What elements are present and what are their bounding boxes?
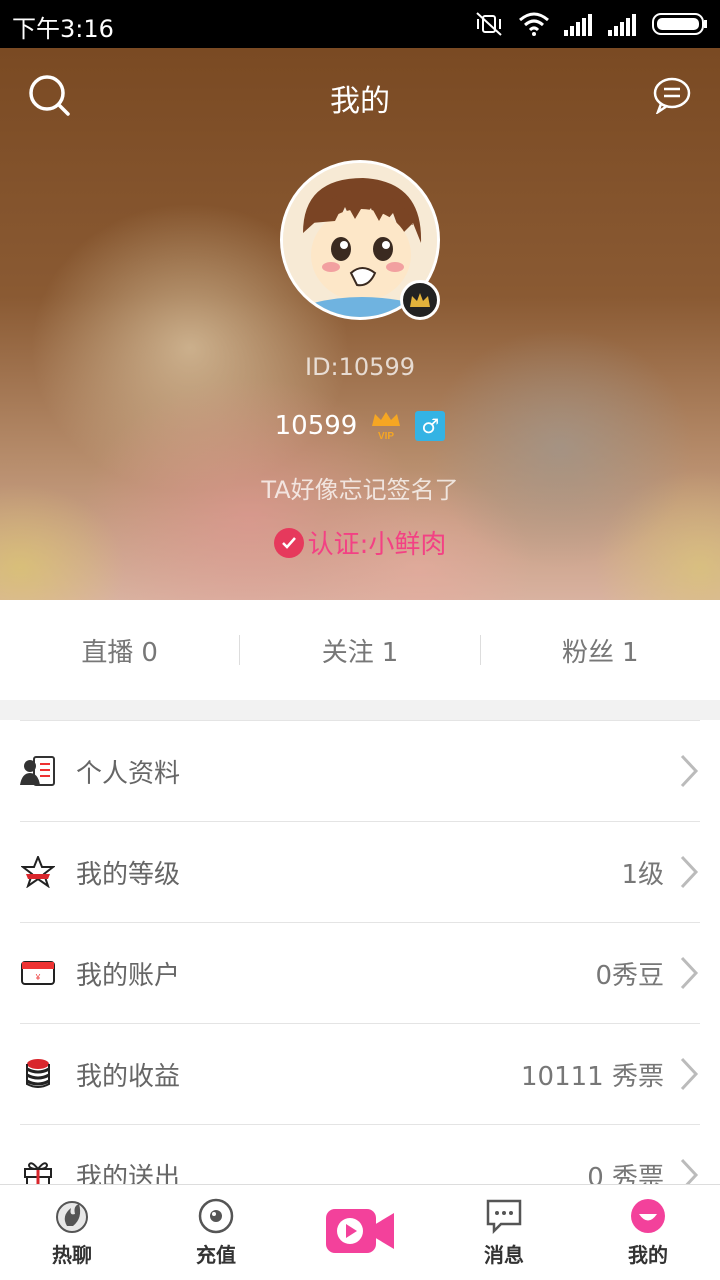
tab-messages[interactable]: 消息 xyxy=(432,1185,576,1280)
username: 10599 xyxy=(274,411,358,441)
stat-label: 粉丝 xyxy=(562,637,615,668)
profile-card-icon xyxy=(20,753,56,789)
menu-value: 10111 秀票 xyxy=(521,1061,664,1092)
verification: 认证:小鲜肉 xyxy=(0,524,720,561)
svg-text:¥: ¥ xyxy=(35,973,41,982)
stat-value: 1 xyxy=(622,637,639,668)
menu-item-sent[interactable]: 我的送出 0 秀票 xyxy=(20,1124,700,1184)
profile-header: 我的 ID:10599 10599 VIP ♂ TA好像忘记签名了 认证:小鲜肉 xyxy=(0,48,720,600)
menu-list: 个人资料 我的等级 1级 ¥ 我的账户 0秀豆 我的收益 10111 秀票 我的… xyxy=(0,720,720,1184)
menu-value: 1级 xyxy=(621,859,664,890)
eye-icon xyxy=(197,1197,235,1235)
stat-value: 0 xyxy=(141,637,158,668)
signal-icon-2 xyxy=(608,14,636,36)
menu-label: 我的送出 xyxy=(76,1162,181,1185)
battery-icon xyxy=(652,13,707,35)
chevron-right-icon xyxy=(680,1057,699,1091)
chevron-right-icon xyxy=(680,855,699,889)
message-bubble-icon[interactable] xyxy=(652,76,692,114)
menu-value: 0秀豆 xyxy=(595,960,664,991)
menu-value: 0 秀票 xyxy=(587,1162,664,1185)
check-circle-icon xyxy=(273,527,304,558)
menu-label: 个人资料 xyxy=(76,758,181,789)
status-icons xyxy=(474,10,708,38)
gender-male-icon: ♂ xyxy=(415,411,446,441)
menu-label: 我的账户 xyxy=(76,960,181,991)
menu-item-profile[interactable]: 个人资料 xyxy=(20,720,700,821)
stat-label: 直播 xyxy=(81,637,134,668)
status-time: 下午3:16 xyxy=(12,15,114,43)
verification-text: 认证:小鲜肉 xyxy=(307,530,447,560)
stats-bar: 直播 0 关注 1 粉丝 1 xyxy=(0,600,720,700)
tab-hot-chat[interactable]: 热聊 xyxy=(0,1185,144,1280)
chevron-right-icon xyxy=(680,956,699,990)
user-id: ID:10599 xyxy=(305,353,415,381)
menu-label: 我的收益 xyxy=(76,1061,181,1092)
chat-icon xyxy=(485,1197,523,1235)
coin-stack-icon xyxy=(20,1056,56,1092)
wallet-icon: ¥ xyxy=(20,955,56,991)
page-title: 我的 xyxy=(330,84,390,119)
tab-recharge[interactable]: 充值 xyxy=(144,1185,288,1280)
menu-item-account[interactable]: ¥ 我的账户 0秀豆 xyxy=(20,922,700,1023)
tab-label: 热聊 xyxy=(52,1243,92,1267)
status-bar: 下午3:16 xyxy=(0,0,720,48)
vip-label: VIP xyxy=(378,431,394,442)
signal-icon xyxy=(564,14,592,36)
stat-value: 1 xyxy=(381,637,399,668)
menu-item-earnings[interactable]: 我的收益 10111 秀票 xyxy=(20,1023,700,1124)
mute-vibrate-icon xyxy=(476,12,502,36)
live-camera-icon xyxy=(324,1205,396,1261)
chevron-right-icon xyxy=(680,1158,699,1184)
tab-label: 我的 xyxy=(628,1243,668,1267)
stat-label: 关注 xyxy=(321,637,374,668)
wifi-icon xyxy=(519,12,549,36)
stat-live[interactable]: 直播 0 xyxy=(0,632,239,669)
signature: TA好像忘记签名了 xyxy=(261,476,459,504)
crown-badge-icon xyxy=(400,280,440,320)
tab-mine[interactable]: 我的 xyxy=(576,1185,720,1280)
stat-fans[interactable]: 粉丝 1 xyxy=(481,632,720,669)
name-line: 10599 VIP ♂ xyxy=(0,410,720,442)
level-star-icon xyxy=(20,854,56,890)
tab-label: 充值 xyxy=(196,1243,236,1267)
vip-crown-icon: VIP xyxy=(372,412,401,442)
flame-icon xyxy=(53,1197,91,1235)
stat-following[interactable]: 关注 1 xyxy=(240,632,479,669)
menu-item-level[interactable]: 我的等级 1级 xyxy=(20,821,700,922)
gift-icon xyxy=(20,1157,56,1184)
smiley-icon xyxy=(629,1197,667,1235)
chevron-right-icon xyxy=(680,754,699,788)
tab-label: 消息 xyxy=(484,1243,524,1267)
tab-go-live[interactable] xyxy=(288,1185,432,1280)
menu-label: 我的等级 xyxy=(76,859,181,890)
bottom-tab-bar: 热聊 充值 消息 我的 xyxy=(0,1184,720,1280)
